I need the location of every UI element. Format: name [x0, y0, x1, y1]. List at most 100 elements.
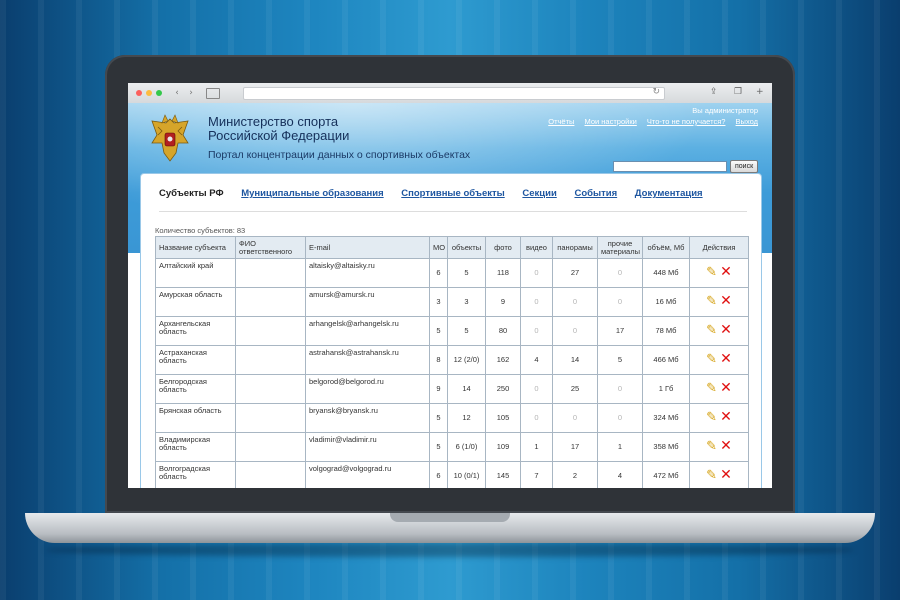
cell-mo: 3: [429, 287, 448, 317]
cell-fio: [235, 287, 306, 317]
cell-other: 0: [597, 258, 643, 288]
cell-actions: ✎ ✕: [689, 258, 749, 288]
cell-actions: ✎ ✕: [689, 403, 749, 433]
delete-icon[interactable]: ✕: [720, 468, 732, 482]
tab-municipalities[interactable]: Муниципальные образования: [241, 188, 383, 199]
cell-mo: 5: [429, 316, 448, 346]
help-link[interactable]: Что-то не получается?: [647, 117, 726, 126]
delete-icon[interactable]: ✕: [720, 381, 732, 395]
col-header-panoramas[interactable]: панорамы: [552, 236, 598, 259]
delete-icon[interactable]: ✕: [720, 410, 732, 424]
cell-photo: 162: [485, 345, 521, 375]
col-header-other[interactable]: прочие материалы: [597, 236, 643, 259]
tab-subjects[interactable]: Субъекты РФ: [159, 188, 224, 199]
cell-name: Амурская область: [155, 287, 236, 317]
cell-actions: ✎ ✕: [689, 374, 749, 404]
pencil-icon[interactable]: ✎: [706, 440, 717, 453]
site-title: Министерство спорта Российской Федерации: [208, 115, 349, 143]
cell-volume: 358 Мб: [642, 432, 690, 462]
search-button[interactable]: поиск: [730, 160, 759, 173]
col-header-video[interactable]: видео: [520, 236, 553, 259]
logout-link[interactable]: Выход: [736, 117, 758, 126]
cell-other: 1: [597, 432, 643, 462]
new-tab-icon[interactable]: +: [756, 87, 764, 97]
table-row: Амурская область amursk@amursk.ru 3 3 9 0 0 0 16…: [155, 287, 749, 317]
pencil-icon[interactable]: ✎: [706, 266, 717, 279]
delete-icon[interactable]: ✕: [720, 352, 732, 366]
search-input[interactable]: [613, 161, 727, 172]
minimize-window-button[interactable]: [146, 90, 152, 96]
delete-icon[interactable]: ✕: [720, 439, 732, 453]
table-row: Алтайский край altaisky@altaisky.ru 6 5 118 0…: [155, 258, 749, 288]
laptop-screen: ‹ › ↻ ⇪ ❐ + Министерство спорта Российск…: [128, 83, 772, 488]
maximize-window-button[interactable]: [156, 90, 162, 96]
pencil-icon[interactable]: ✎: [706, 469, 717, 482]
col-header-objects[interactable]: объекты: [447, 236, 486, 259]
cell-objects: 6 (1/0): [447, 432, 486, 462]
tabs-overview-icon[interactable]: ❐: [734, 87, 742, 97]
laptop-shadow: [45, 543, 855, 557]
cell-email: arhangelsk@arhangelsk.ru: [305, 316, 430, 346]
cell-name: Брянская область: [155, 403, 236, 433]
cell-fio: [235, 316, 306, 346]
reports-link[interactable]: Отчёты: [548, 117, 574, 126]
tab-sections[interactable]: Секции: [522, 188, 556, 199]
cell-name: Белгородская область: [155, 374, 236, 404]
cell-video: 4: [520, 345, 553, 375]
cell-volume: 1 Гб: [642, 374, 690, 404]
tab-events[interactable]: События: [574, 188, 617, 199]
cell-video: 0: [520, 258, 553, 288]
top-links: Отчёты Мои настройки Что-то не получаетс…: [540, 117, 758, 126]
address-bar[interactable]: ↻: [243, 87, 665, 100]
reload-icon[interactable]: ↻: [652, 87, 660, 97]
cell-actions: ✎ ✕: [689, 287, 749, 317]
col-header-email[interactable]: E-mail: [305, 236, 430, 259]
cell-volume: 466 Мб: [642, 345, 690, 375]
cell-panoramas: 0: [552, 316, 598, 346]
delete-icon[interactable]: ✕: [720, 294, 732, 308]
pencil-icon[interactable]: ✎: [706, 324, 717, 337]
tab-sport-objects[interactable]: Спортивные объекты: [401, 188, 504, 199]
delete-icon[interactable]: ✕: [720, 265, 732, 279]
col-header-mo[interactable]: МО: [429, 236, 448, 259]
pencil-icon[interactable]: ✎: [706, 411, 717, 424]
cell-photo: 80: [485, 316, 521, 346]
delete-icon[interactable]: ✕: [720, 323, 732, 337]
cell-mo: 9: [429, 374, 448, 404]
cell-email: bryansk@bryansk.ru: [305, 403, 430, 433]
col-header-volume[interactable]: объём, Мб: [642, 236, 690, 259]
forward-icon[interactable]: ›: [186, 88, 196, 98]
sidebar-toggle-icon[interactable]: [206, 88, 220, 99]
cell-photo: 250: [485, 374, 521, 404]
col-header-actions: Действия: [689, 236, 749, 259]
cell-volume: 448 Мб: [642, 258, 690, 288]
cell-email: volgograd@volgograd.ru: [305, 461, 430, 488]
cell-name: Архангельская область: [155, 316, 236, 346]
cell-volume: 472 Мб: [642, 461, 690, 488]
back-icon[interactable]: ‹: [172, 88, 182, 98]
table-row: Владимирская область vladimir@vladimir.ru…: [155, 432, 749, 462]
col-header-fio[interactable]: ФИО ответственного: [235, 236, 306, 259]
table-row: Белгородская область belgorod@belgorod.ru…: [155, 374, 749, 404]
pencil-icon[interactable]: ✎: [706, 382, 717, 395]
tab-documentation[interactable]: Документация: [635, 188, 703, 199]
share-icon[interactable]: ⇪: [710, 87, 718, 97]
site-subtitle: Портал концентрации данных о спортивных …: [208, 149, 471, 161]
pencil-icon[interactable]: ✎: [706, 295, 717, 308]
table-row: Брянская область bryansk@bryansk.ru 5 12 105…: [155, 403, 749, 433]
subjects-table: Название субъекта ФИО ответственного E-m…: [155, 236, 749, 488]
pencil-icon[interactable]: ✎: [706, 353, 717, 366]
cell-photo: 145: [485, 461, 521, 488]
cell-mo: 6: [429, 258, 448, 288]
close-window-button[interactable]: [136, 90, 142, 96]
cell-actions: ✎ ✕: [689, 316, 749, 346]
settings-link[interactable]: Мои настройки: [585, 117, 637, 126]
cell-video: 7: [520, 461, 553, 488]
cell-other: 0: [597, 403, 643, 433]
col-header-name[interactable]: Название субъекта: [155, 236, 236, 259]
col-header-photo[interactable]: фото: [485, 236, 521, 259]
cell-panoramas: 2: [552, 461, 598, 488]
cell-panoramas: 14: [552, 345, 598, 375]
cell-volume: 16 Мб: [642, 287, 690, 317]
cell-email: astrahansk@astrahansk.ru: [305, 345, 430, 375]
